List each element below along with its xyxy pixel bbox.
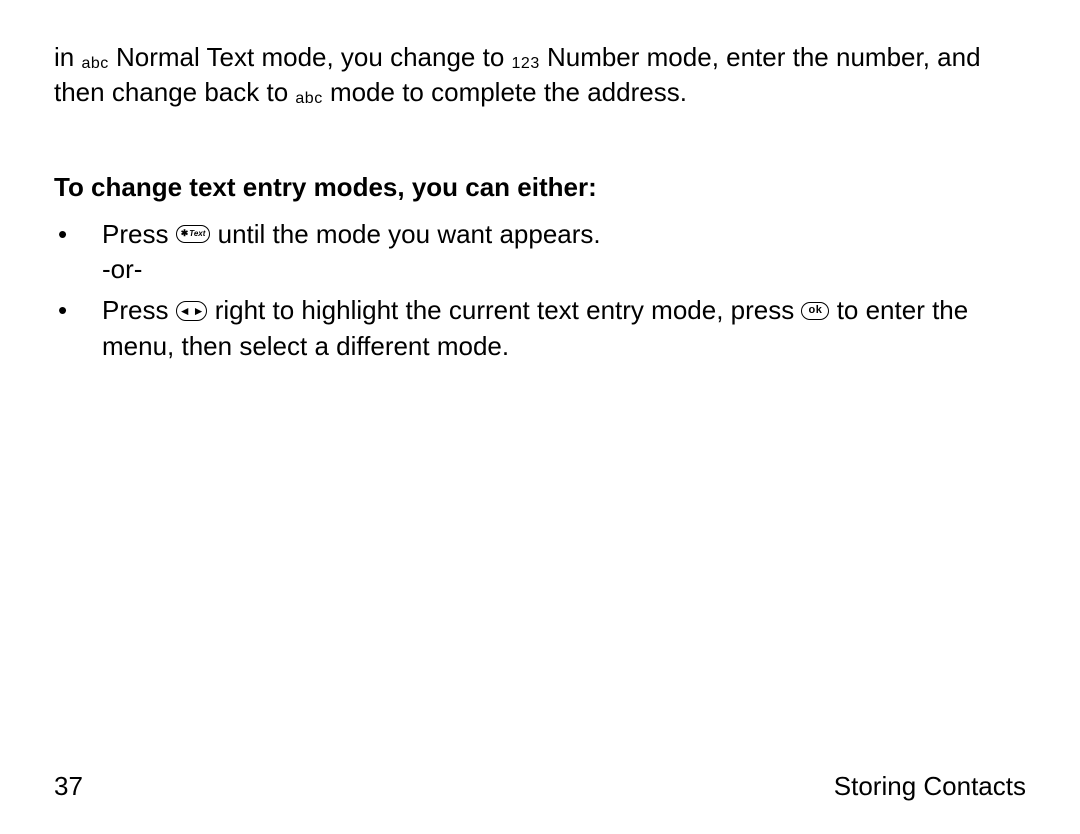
- 123-icon: 123: [512, 53, 540, 75]
- section-heading: To change text entry modes, you can eith…: [54, 170, 1026, 205]
- item1-pre: Press: [102, 219, 176, 249]
- instruction-list: • Press ✱Text until the mode you want ap…: [54, 217, 1026, 363]
- intro-text-a: in: [54, 42, 81, 72]
- page-footer: 37 Storing Contacts: [54, 769, 1026, 804]
- ok-key-icon: ok: [801, 302, 829, 320]
- item2-mid: right to highlight the current text entr…: [215, 295, 802, 325]
- intro-text-d: mode to complete the address.: [330, 77, 687, 107]
- intro-text-b: Normal Text mode, you change to: [116, 42, 512, 72]
- list-item: • Press ◄► right to highlight the curren…: [54, 293, 1026, 363]
- bullet-icon: •: [54, 293, 102, 328]
- intro-paragraph: in abc Normal Text mode, you change to 1…: [54, 40, 1026, 110]
- list-item: • Press ✱Text until the mode you want ap…: [54, 217, 1026, 287]
- section-title: Storing Contacts: [834, 769, 1026, 804]
- text-key-icon: ✱Text: [176, 225, 211, 243]
- item1-or: -or-: [102, 254, 142, 284]
- item1-mid: until the mode you want appears.: [218, 219, 601, 249]
- abc-icon: abc: [295, 88, 322, 110]
- item2-pre: Press: [102, 295, 176, 325]
- page-number: 37: [54, 769, 83, 804]
- abc-icon: abc: [81, 53, 108, 75]
- nav-key-icon: ◄►: [176, 301, 208, 321]
- bullet-icon: •: [54, 217, 102, 252]
